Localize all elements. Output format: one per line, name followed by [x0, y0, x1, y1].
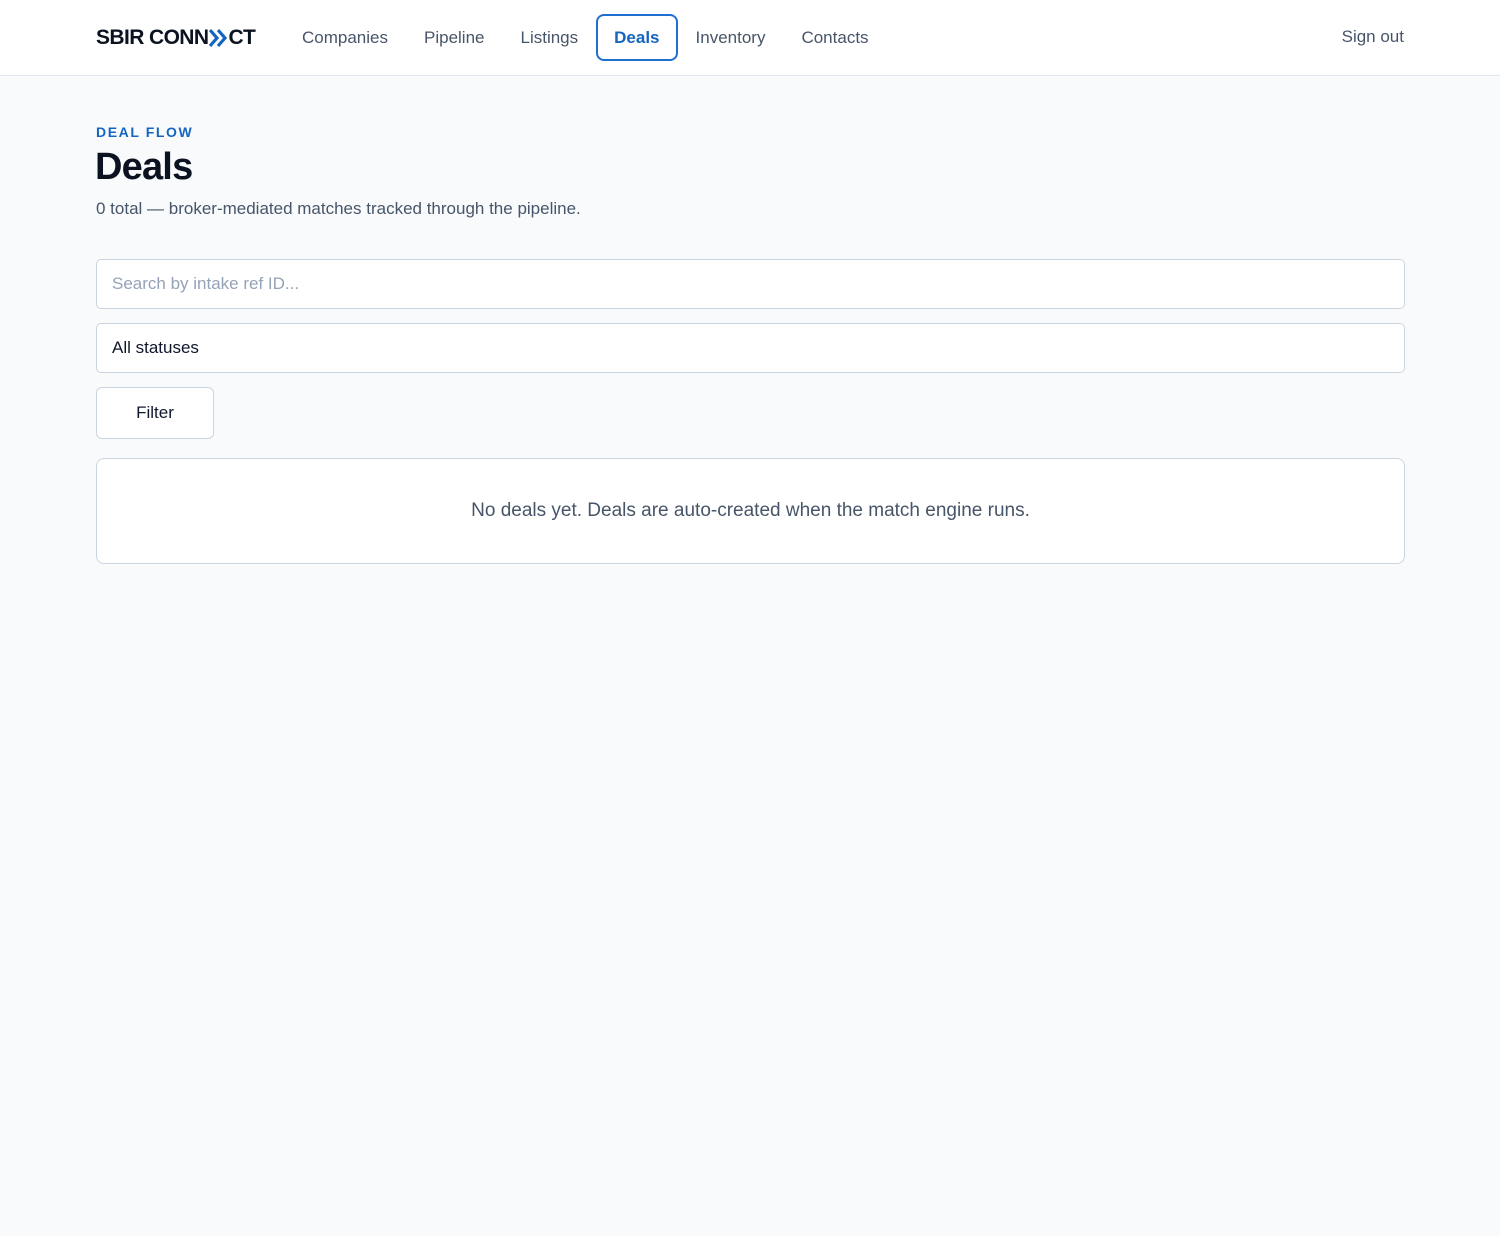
sign-out-link[interactable]: Sign out	[1342, 27, 1404, 47]
nav-item-listings[interactable]: Listings	[503, 14, 597, 61]
page-title: Deals	[95, 146, 193, 188]
nav-item-pipeline[interactable]: Pipeline	[406, 14, 503, 61]
nav-item-deals[interactable]: Deals	[596, 14, 678, 61]
empty-state-message: No deals yet. Deals are auto-created whe…	[471, 500, 1030, 521]
nav-item-companies[interactable]: Companies	[284, 14, 406, 61]
page-subtitle: 0 total — broker-mediated matches tracke…	[96, 199, 581, 218]
double-chevron-right-icon	[209, 28, 228, 48]
search-input[interactable]	[96, 259, 1405, 309]
logo-text-right: CT	[228, 26, 256, 49]
section-eyebrow: DEAL FLOW	[96, 124, 194, 140]
nav-item-contacts[interactable]: Contacts	[783, 14, 886, 61]
status-select[interactable]: All statuses	[96, 323, 1405, 373]
logo-text-left: SBIR CONN	[96, 26, 209, 49]
nav-item-inventory[interactable]: Inventory	[678, 14, 784, 61]
filter-button[interactable]: Filter	[96, 387, 214, 439]
top-navigation-bar: SBIR CONN CT Companies Pipeline Listings…	[0, 0, 1500, 76]
status-select-value: All statuses	[112, 338, 199, 357]
brand-logo[interactable]: SBIR CONN CT	[96, 24, 256, 52]
main-nav: Companies Pipeline Listings Deals Invent…	[284, 14, 887, 61]
empty-state-card: No deals yet. Deals are auto-created whe…	[96, 458, 1405, 564]
